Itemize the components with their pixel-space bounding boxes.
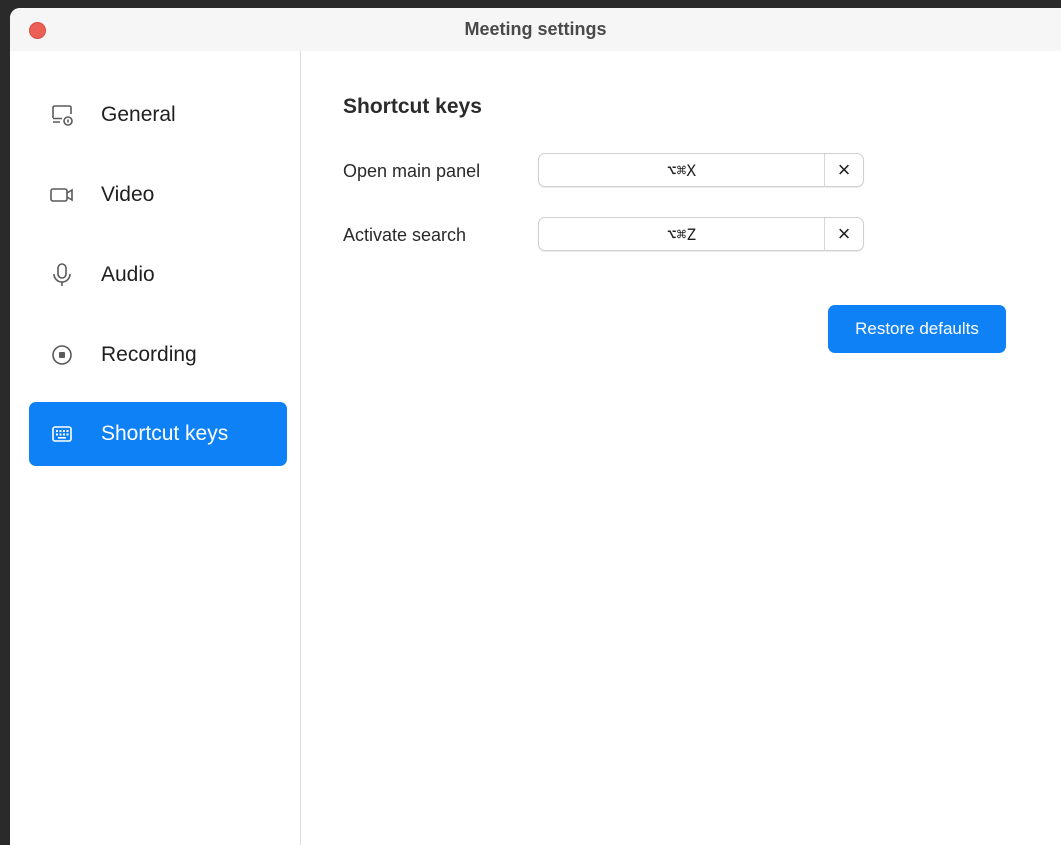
close-icon: × [837,221,851,246]
settings-window: Meeting settings General Video Audio Rec… [10,8,1061,845]
clear-shortcut-button[interactable]: × [825,218,863,250]
microphone-icon [49,262,75,288]
shortcut-value[interactable]: ⌥⌘Z [539,218,825,250]
main-panel: Shortcut keys Open main panel ⌥⌘X × Acti… [302,51,1061,845]
shortcut-field-open-main-panel[interactable]: ⌥⌘X × [538,153,864,187]
sidebar-item-shortcut-keys[interactable]: Shortcut keys [29,402,287,466]
shortcut-label-open-main-panel: Open main panel [343,161,481,181]
sidebar-item-audio[interactable]: Audio [29,243,287,307]
sidebar-item-label: Recording [101,343,197,366]
sidebar-item-label: Video [101,183,155,206]
record-icon [49,342,75,368]
shortcut-value[interactable]: ⌥⌘X [539,154,825,186]
keyboard-icon [49,421,75,447]
clear-shortcut-button[interactable]: × [825,154,863,186]
restore-defaults-button[interactable]: Restore defaults [828,305,1006,353]
shortcut-field-activate-search[interactable]: ⌥⌘Z × [538,217,864,251]
window-title: Meeting settings [464,19,607,39]
sidebar-item-recording[interactable]: Recording [29,323,287,387]
sidebar-item-video[interactable]: Video [29,163,287,227]
sidebar-item-label: General [101,103,176,126]
page-title: Shortcut keys [343,95,482,118]
sidebar-item-label: Audio [101,263,155,286]
monitor-settings-icon [49,102,75,128]
sidebar-item-label: Shortcut keys [101,422,229,445]
sidebar: General Video Audio Recording Shortcut k… [10,51,301,845]
titlebar: Meeting settings [10,8,1061,51]
shortcut-label-activate-search: Activate search [343,225,467,245]
video-camera-icon [49,182,75,208]
close-icon: × [837,157,851,182]
sidebar-item-general[interactable]: General [29,83,287,147]
